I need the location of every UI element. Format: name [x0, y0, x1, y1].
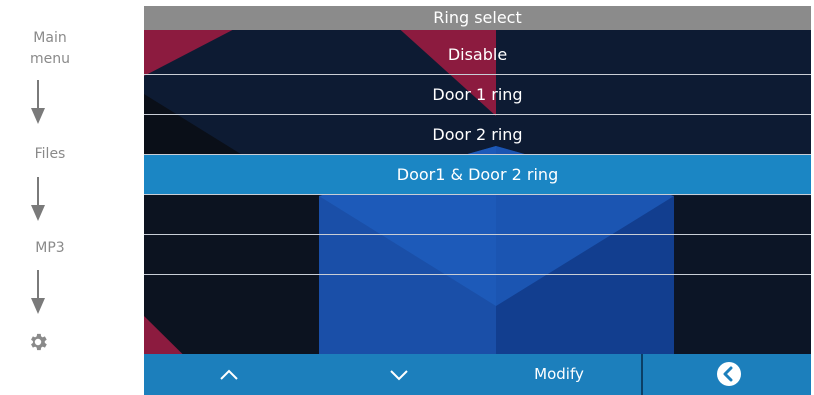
- scroll-down-button[interactable]: [364, 354, 434, 395]
- list-item-door1-ring[interactable]: Door 1 ring: [144, 75, 811, 115]
- back-button[interactable]: [689, 354, 769, 395]
- breadcrumb: Main menu Files MP3: [0, 0, 144, 395]
- down-arrow-icon: [31, 270, 45, 314]
- list-item-empty: [144, 195, 811, 235]
- screen-title: Ring select: [144, 6, 811, 30]
- list-item-door1-door2-ring[interactable]: Door1 & Door 2 ring: [144, 155, 811, 195]
- list-item-empty: [144, 275, 811, 314]
- bottom-toolbar: Modify: [144, 354, 811, 395]
- toolbar-divider: [641, 354, 643, 395]
- list-item-empty: [144, 235, 811, 275]
- breadcrumb-item-main-menu[interactable]: Main menu: [0, 28, 100, 70]
- down-arrow-icon: [31, 80, 45, 124]
- list-item-disable[interactable]: Disable: [144, 35, 811, 75]
- back-circle-icon: [717, 362, 741, 386]
- list-item-door2-ring[interactable]: Door 2 ring: [144, 115, 811, 155]
- modify-button[interactable]: Modify: [504, 354, 614, 395]
- ring-select-screen: Ring select Disable Door 1 ring Door 2 r…: [144, 6, 811, 395]
- down-arrow-icon: [31, 177, 45, 221]
- gear-icon[interactable]: [27, 331, 49, 353]
- breadcrumb-item-files[interactable]: Files: [0, 144, 100, 165]
- breadcrumb-item-mp3[interactable]: MP3: [0, 238, 100, 259]
- ring-options-list: Disable Door 1 ring Door 2 ring Door1 & …: [144, 35, 811, 314]
- chevron-down-icon: [390, 370, 408, 381]
- scroll-up-button[interactable]: [194, 354, 264, 395]
- chevron-up-icon: [220, 369, 238, 380]
